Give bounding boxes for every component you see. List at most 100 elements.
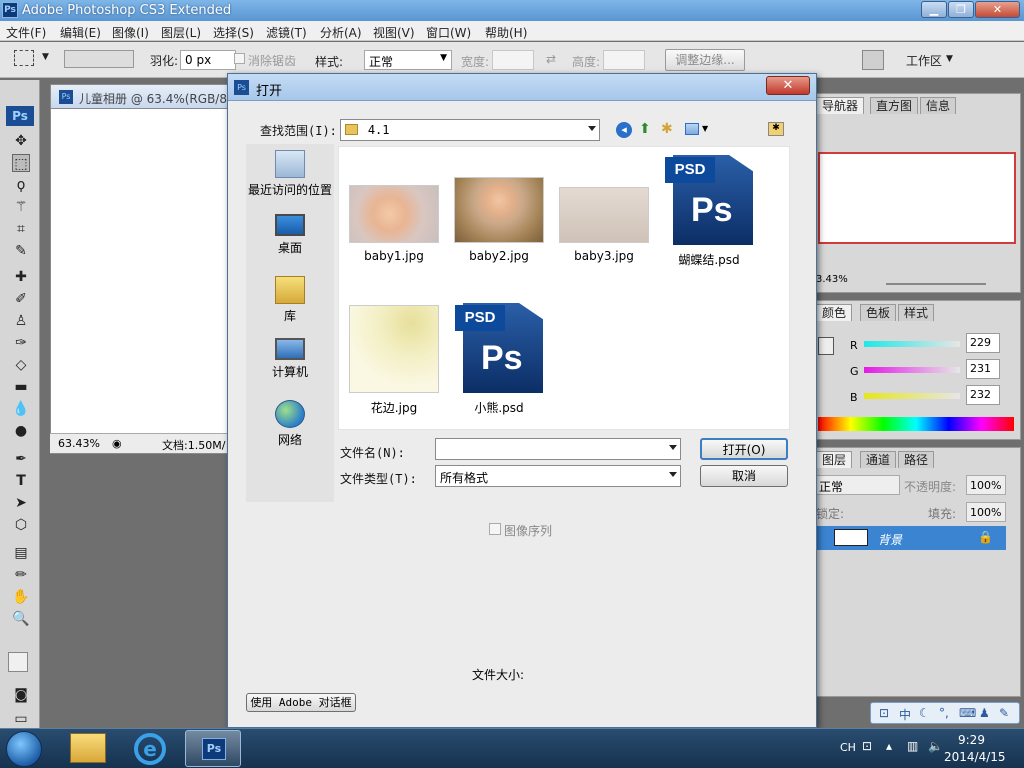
menu-help[interactable]: 帮助(H) bbox=[485, 24, 527, 41]
notification-arrow-icon[interactable]: ▴ bbox=[886, 739, 892, 753]
open-button[interactable]: 打开(O) bbox=[700, 438, 788, 460]
menu-select[interactable]: 选择(S) bbox=[213, 24, 254, 41]
image-sequence-checkbox[interactable] bbox=[489, 523, 501, 535]
layer-row[interactable]: 背景 🔒 bbox=[816, 526, 1006, 550]
marquee-tool-icon[interactable]: ⬚ bbox=[12, 154, 30, 172]
navigator-preview[interactable] bbox=[818, 152, 1016, 244]
foreground-color-swatch[interactable] bbox=[8, 652, 28, 672]
document-tab[interactable]: Ps 儿童相册 @ 63.4%(RGB/8) bbox=[51, 85, 232, 109]
place-recent[interactable]: 最近访问的位置 bbox=[246, 150, 334, 198]
tab-histogram[interactable]: 直方图 bbox=[870, 97, 919, 114]
close-button[interactable]: ✕ bbox=[975, 1, 1020, 18]
marquee-tool-preset-icon[interactable] bbox=[14, 50, 34, 66]
clock-date[interactable]: 2014/4/15 bbox=[944, 750, 1006, 764]
filename-input[interactable] bbox=[435, 438, 681, 460]
up-folder-icon[interactable]: ⬆ bbox=[639, 121, 651, 137]
blend-mode-select[interactable]: 正常 bbox=[816, 475, 900, 495]
file-item[interactable]: 花边.jpg bbox=[344, 305, 444, 416]
ime-punctuation-icon[interactable]: °, bbox=[939, 706, 949, 720]
channel-b-input[interactable]: 232 bbox=[966, 385, 1000, 405]
notes-tool-icon[interactable]: ▤ bbox=[12, 544, 30, 562]
eraser-tool-icon[interactable]: ◇ bbox=[12, 356, 30, 374]
type-tool-icon[interactable]: T bbox=[12, 472, 30, 490]
slice-tool-icon[interactable]: ✎ bbox=[12, 242, 30, 260]
channel-r-slider[interactable] bbox=[864, 341, 960, 347]
network-tray-icon[interactable]: ▥ bbox=[907, 739, 918, 753]
bridge-folder-icon[interactable]: ✱ bbox=[768, 122, 784, 136]
status-info-icon[interactable]: ◉ bbox=[112, 437, 122, 450]
file-item[interactable]: PSD Ps 小熊.psd bbox=[449, 303, 549, 416]
gradient-tool-icon[interactable]: ▬ bbox=[12, 378, 30, 396]
tab-color[interactable]: 颜色 bbox=[816, 304, 853, 321]
move-tool-icon[interactable]: ✥ bbox=[12, 132, 30, 150]
ime-user-icon[interactable]: ♟ bbox=[979, 706, 990, 720]
navigator-zoom-slider[interactable] bbox=[886, 283, 986, 285]
tab-layers[interactable]: 图层 bbox=[816, 451, 853, 468]
ie-taskbar-icon[interactable]: e bbox=[134, 733, 166, 765]
channel-r-input[interactable]: 229 bbox=[966, 333, 1000, 353]
clone-stamp-tool-icon[interactable]: ♙ bbox=[12, 312, 30, 330]
place-network[interactable]: 网络 bbox=[246, 400, 334, 448]
menu-analysis[interactable]: 分析(A) bbox=[320, 24, 362, 41]
view-menu-icon[interactable] bbox=[685, 123, 699, 135]
file-item[interactable]: baby3.jpg bbox=[554, 187, 654, 263]
ime-moon-icon[interactable]: ☾ bbox=[919, 706, 930, 720]
tab-info[interactable]: 信息 bbox=[920, 97, 957, 114]
tool-preset-dropdown-icon[interactable]: ▼ bbox=[42, 52, 49, 62]
eyedropper-tool-icon[interactable]: ✏ bbox=[12, 566, 30, 584]
path-selection-tool-icon[interactable]: ➤ bbox=[12, 494, 30, 512]
dodge-tool-icon[interactable]: ● bbox=[12, 422, 30, 440]
tab-navigator[interactable]: 导航器 bbox=[816, 97, 865, 114]
tab-styles[interactable]: 样式 bbox=[898, 304, 935, 321]
input-method-icon[interactable]: ⊡ bbox=[862, 739, 872, 753]
ime-indicator[interactable]: CH bbox=[840, 741, 856, 754]
antialias-checkbox[interactable] bbox=[234, 53, 245, 64]
back-icon[interactable]: ◂ bbox=[616, 122, 632, 138]
opacity-input[interactable]: 100% bbox=[966, 475, 1006, 495]
healing-brush-tool-icon[interactable]: ✚ bbox=[12, 268, 30, 286]
swap-icon[interactable]: ⇄ bbox=[546, 52, 556, 66]
menu-layer[interactable]: 图层(L) bbox=[161, 24, 201, 41]
menu-filter[interactable]: 滤镜(T) bbox=[266, 24, 307, 41]
tab-paths[interactable]: 路径 bbox=[898, 451, 935, 468]
restore-button[interactable]: ❐ bbox=[948, 1, 974, 18]
menu-edit[interactable]: 编辑(E) bbox=[60, 24, 101, 41]
explorer-taskbar-icon[interactable] bbox=[70, 733, 106, 763]
volume-icon[interactable]: 🔈 bbox=[928, 739, 943, 753]
tab-channels[interactable]: 通道 bbox=[860, 451, 897, 468]
shape-tool-icon[interactable]: ⬡ bbox=[12, 516, 30, 534]
navigator-zoom[interactable]: 3.43% bbox=[816, 274, 848, 285]
color-spectrum-bar[interactable] bbox=[818, 417, 1014, 431]
quick-mask-icon[interactable]: ◙ bbox=[12, 686, 30, 704]
color-foreground-swatch[interactable] bbox=[818, 337, 834, 355]
look-in-select[interactable]: 4.1 bbox=[340, 119, 600, 141]
photoshop-taskbar-button[interactable]: Ps bbox=[185, 730, 241, 767]
new-folder-icon[interactable]: ✱ bbox=[661, 121, 673, 137]
file-item[interactable]: PSD Ps 蝴蝶结.psd bbox=[659, 155, 759, 268]
fill-input[interactable]: 100% bbox=[966, 502, 1006, 522]
channel-b-slider[interactable] bbox=[864, 393, 960, 399]
history-brush-tool-icon[interactable]: ✑ bbox=[12, 334, 30, 352]
zoom-tool-icon[interactable]: 🔍 bbox=[12, 610, 30, 628]
hand-tool-icon[interactable]: ✋ bbox=[12, 588, 30, 606]
clock-time[interactable]: 9:29 bbox=[958, 733, 985, 747]
file-item[interactable]: baby2.jpg bbox=[449, 177, 549, 263]
channel-g-slider[interactable] bbox=[864, 367, 960, 373]
place-desktop[interactable]: 桌面 bbox=[246, 214, 334, 256]
tab-swatches[interactable]: 色板 bbox=[860, 304, 897, 321]
minimize-button[interactable]: ▁ bbox=[921, 1, 947, 18]
start-button[interactable] bbox=[6, 731, 42, 767]
use-adobe-dialog-button[interactable]: 使用 Adobe 对话框 bbox=[246, 693, 356, 712]
blur-tool-icon[interactable]: 💧 bbox=[12, 400, 30, 418]
feather-input[interactable]: 0 px bbox=[180, 50, 236, 70]
style-select[interactable]: 正常 ▼ bbox=[364, 50, 452, 70]
place-libraries[interactable]: 库 bbox=[246, 276, 334, 324]
ime-settings-icon[interactable]: ✎ bbox=[999, 706, 1009, 720]
crop-tool-icon[interactable]: ⌗ bbox=[12, 220, 30, 238]
menu-image[interactable]: 图像(I) bbox=[112, 24, 149, 41]
file-item[interactable]: baby1.jpg bbox=[344, 185, 444, 263]
ime-keyboard-icon[interactable]: ⌨ bbox=[959, 706, 976, 720]
document-zoom[interactable]: 63.43% bbox=[58, 437, 100, 450]
menu-file[interactable]: 文件(F) bbox=[6, 24, 46, 41]
height-input[interactable] bbox=[603, 50, 645, 70]
